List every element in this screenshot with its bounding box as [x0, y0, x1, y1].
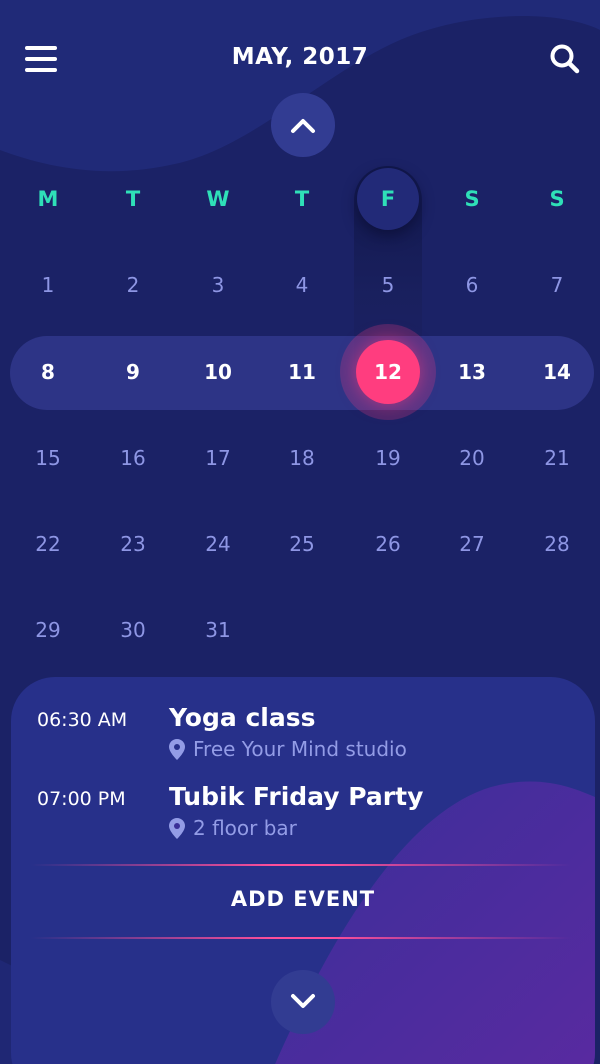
weekday-label: T — [125, 187, 141, 211]
chevron-down-icon — [291, 994, 315, 1008]
calendar-day[interactable]: 31 — [188, 610, 248, 650]
calendar-day[interactable]: 24 — [188, 524, 248, 564]
calendar-day[interactable]: 18 — [272, 438, 332, 478]
weekday-label: F — [380, 187, 396, 211]
calendar-day[interactable]: 17 — [188, 438, 248, 478]
weekday-label: W — [206, 187, 230, 211]
weekday-label: S — [549, 187, 565, 211]
calendar-day[interactable]: 28 — [527, 524, 587, 564]
search-icon — [550, 44, 580, 74]
event-location-text: Free Your Mind studio — [193, 737, 407, 761]
calendar-day[interactable]: 25 — [272, 524, 332, 564]
chevron-up-icon — [291, 119, 315, 133]
calendar-day[interactable]: 11 — [272, 352, 332, 392]
calendar-day[interactable]: 4 — [272, 265, 332, 305]
calendar-day[interactable]: 26 — [358, 524, 418, 564]
calendar-day[interactable]: 21 — [527, 438, 587, 478]
calendar-day[interactable]: 14 — [527, 352, 587, 392]
weekday-label: T — [294, 187, 310, 211]
weekday-label: M — [37, 187, 59, 211]
calendar-day[interactable]: 13 — [442, 352, 502, 392]
event-time: 06:30 AM — [37, 709, 128, 731]
add-event-button[interactable]: ADD EVENT — [11, 887, 595, 911]
calendar-day[interactable]: 23 — [103, 524, 163, 564]
calendar-day[interactable]: 6 — [442, 265, 502, 305]
calendar-day[interactable]: 19 — [358, 438, 418, 478]
calendar-day[interactable]: 16 — [103, 438, 163, 478]
divider — [31, 864, 571, 866]
event-location: Free Your Mind studio — [169, 737, 407, 761]
divider — [31, 937, 571, 939]
calendar-day[interactable]: 9 — [103, 352, 163, 392]
calendar-day[interactable]: 1 — [18, 265, 78, 305]
calendar-day[interactable]: 5 — [358, 265, 418, 305]
event-title: Tubik Friday Party — [169, 782, 424, 811]
calendar-day[interactable]: 15 — [18, 438, 78, 478]
calendar-day[interactable]: 3 — [188, 265, 248, 305]
event-title: Yoga class — [169, 703, 316, 732]
calendar-day[interactable]: 27 — [442, 524, 502, 564]
page-title: MAY, 2017 — [231, 44, 369, 70]
calendar-day[interactable]: 2 — [103, 265, 163, 305]
previous-month-button[interactable] — [271, 93, 335, 157]
map-pin-icon — [169, 817, 185, 839]
calendar-day[interactable]: 7 — [527, 265, 587, 305]
calendar-day[interactable]: 30 — [103, 610, 163, 650]
event-location-text: 2 floor bar — [193, 816, 297, 840]
event-time: 07:00 PM — [37, 788, 126, 810]
next-month-button[interactable] — [271, 970, 335, 1034]
map-pin-icon — [169, 738, 185, 760]
weekday-label: S — [464, 187, 480, 211]
calendar-day[interactable]: 20 — [442, 438, 502, 478]
calendar-day[interactable]: 22 — [18, 524, 78, 564]
search-button[interactable] — [548, 42, 582, 76]
calendar-day[interactable]: 10 — [188, 352, 248, 392]
event-location: 2 floor bar — [169, 816, 297, 840]
calendar-day-selected[interactable]: 12 — [358, 352, 418, 392]
calendar-day[interactable]: 8 — [18, 352, 78, 392]
calendar-day[interactable]: 29 — [18, 610, 78, 650]
